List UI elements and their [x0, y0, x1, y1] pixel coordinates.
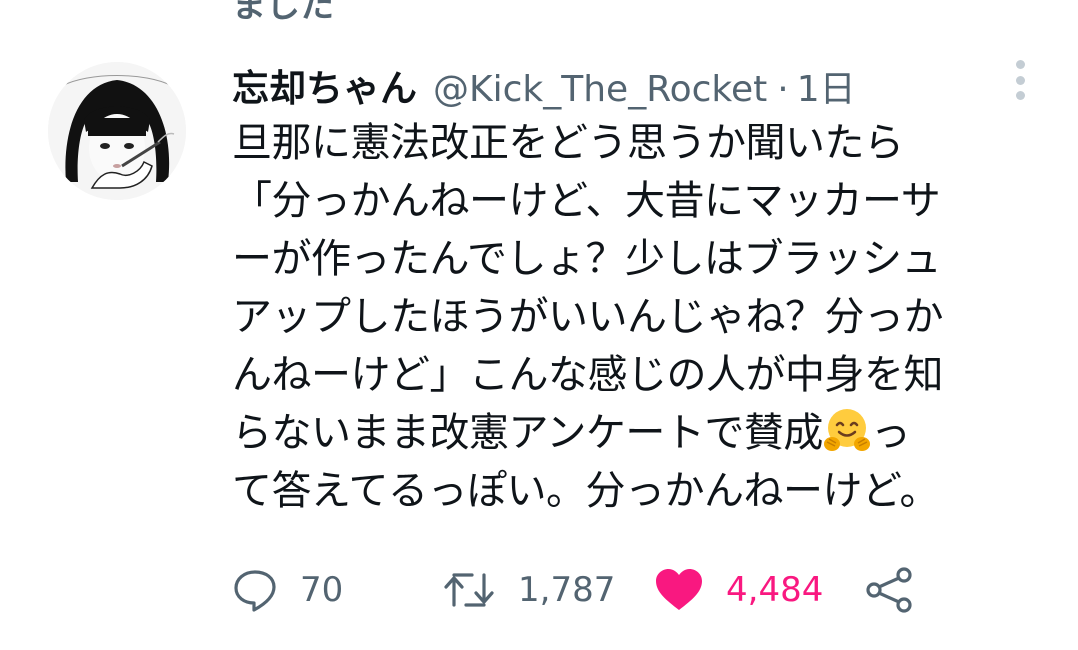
share-icon: [866, 567, 912, 613]
tweet-text-segment: らないまま改憲アンケートで賛成: [232, 410, 823, 456]
heart-icon: [656, 569, 702, 610]
reply-button[interactable]: 70: [232, 560, 343, 620]
more-options-button[interactable]: [1000, 58, 1040, 102]
retweet-button[interactable]: 1,787: [442, 560, 615, 620]
tweet-text-segment: っ: [870, 410, 911, 456]
tweet-timestamp[interactable]: 1日: [797, 60, 856, 112]
more-vertical-icon-dot: [1015, 75, 1025, 85]
tweet-text-line: 旦那に憲法改正をどう思うか聞いたら: [232, 120, 904, 166]
tweet-header: 忘却ちゃん @Kick_The_Rocket · 1日: [232, 58, 856, 110]
tweet-text-line: んねーけど」こんな感じの人が中身を知: [232, 352, 944, 398]
like-count: 4,484: [726, 570, 824, 610]
author-display-name[interactable]: 忘却ちゃん: [232, 58, 417, 112]
reply-count: 70: [300, 570, 344, 610]
retweet-count: 1,787: [518, 570, 616, 610]
tweet-text-line: て答えてるっぽい。分っかんねーけど。: [232, 468, 940, 514]
avatar[interactable]: [48, 62, 186, 200]
tweet-text: 旦那に憲法改正をどう思うか聞いたら 「分っかんねーけど、大昔にマッカーサ ーが作…: [232, 114, 1052, 520]
avatar-illustration-icon: [48, 62, 186, 200]
reply-icon: [234, 570, 276, 612]
tweet-text-line: ーが作ったんでしょ？少しはブラッシュ: [232, 236, 942, 282]
header-separator: ·: [777, 69, 789, 110]
tweet-actions: 70 1,787 4,484: [232, 560, 1052, 620]
tweet-screen: ました 忘却ちゃん @Kick_The_Rocket · 1日 旦那に憲法改正を…: [0, 0, 1078, 650]
like-button[interactable]: 4,484: [654, 560, 823, 620]
tweet-text-line: アップしたほうがいいんじゃね？分っか: [232, 294, 944, 340]
retweet-icon: [444, 573, 494, 607]
author-handle[interactable]: @Kick_The_Rocket: [433, 69, 767, 110]
tweet-text-line: らないまま改憲アンケートで賛成 っ: [232, 404, 1052, 462]
more-vertical-icon-dot: [1015, 91, 1025, 100]
previous-tweet-text: ました: [232, 0, 334, 26]
more-vertical-icon: [1015, 60, 1025, 69]
share-button[interactable]: [864, 560, 916, 620]
tweet-text-line: 「分っかんねーけど、大昔にマッカーサ: [232, 178, 941, 224]
hugging-face-emoji-icon: [823, 409, 870, 451]
